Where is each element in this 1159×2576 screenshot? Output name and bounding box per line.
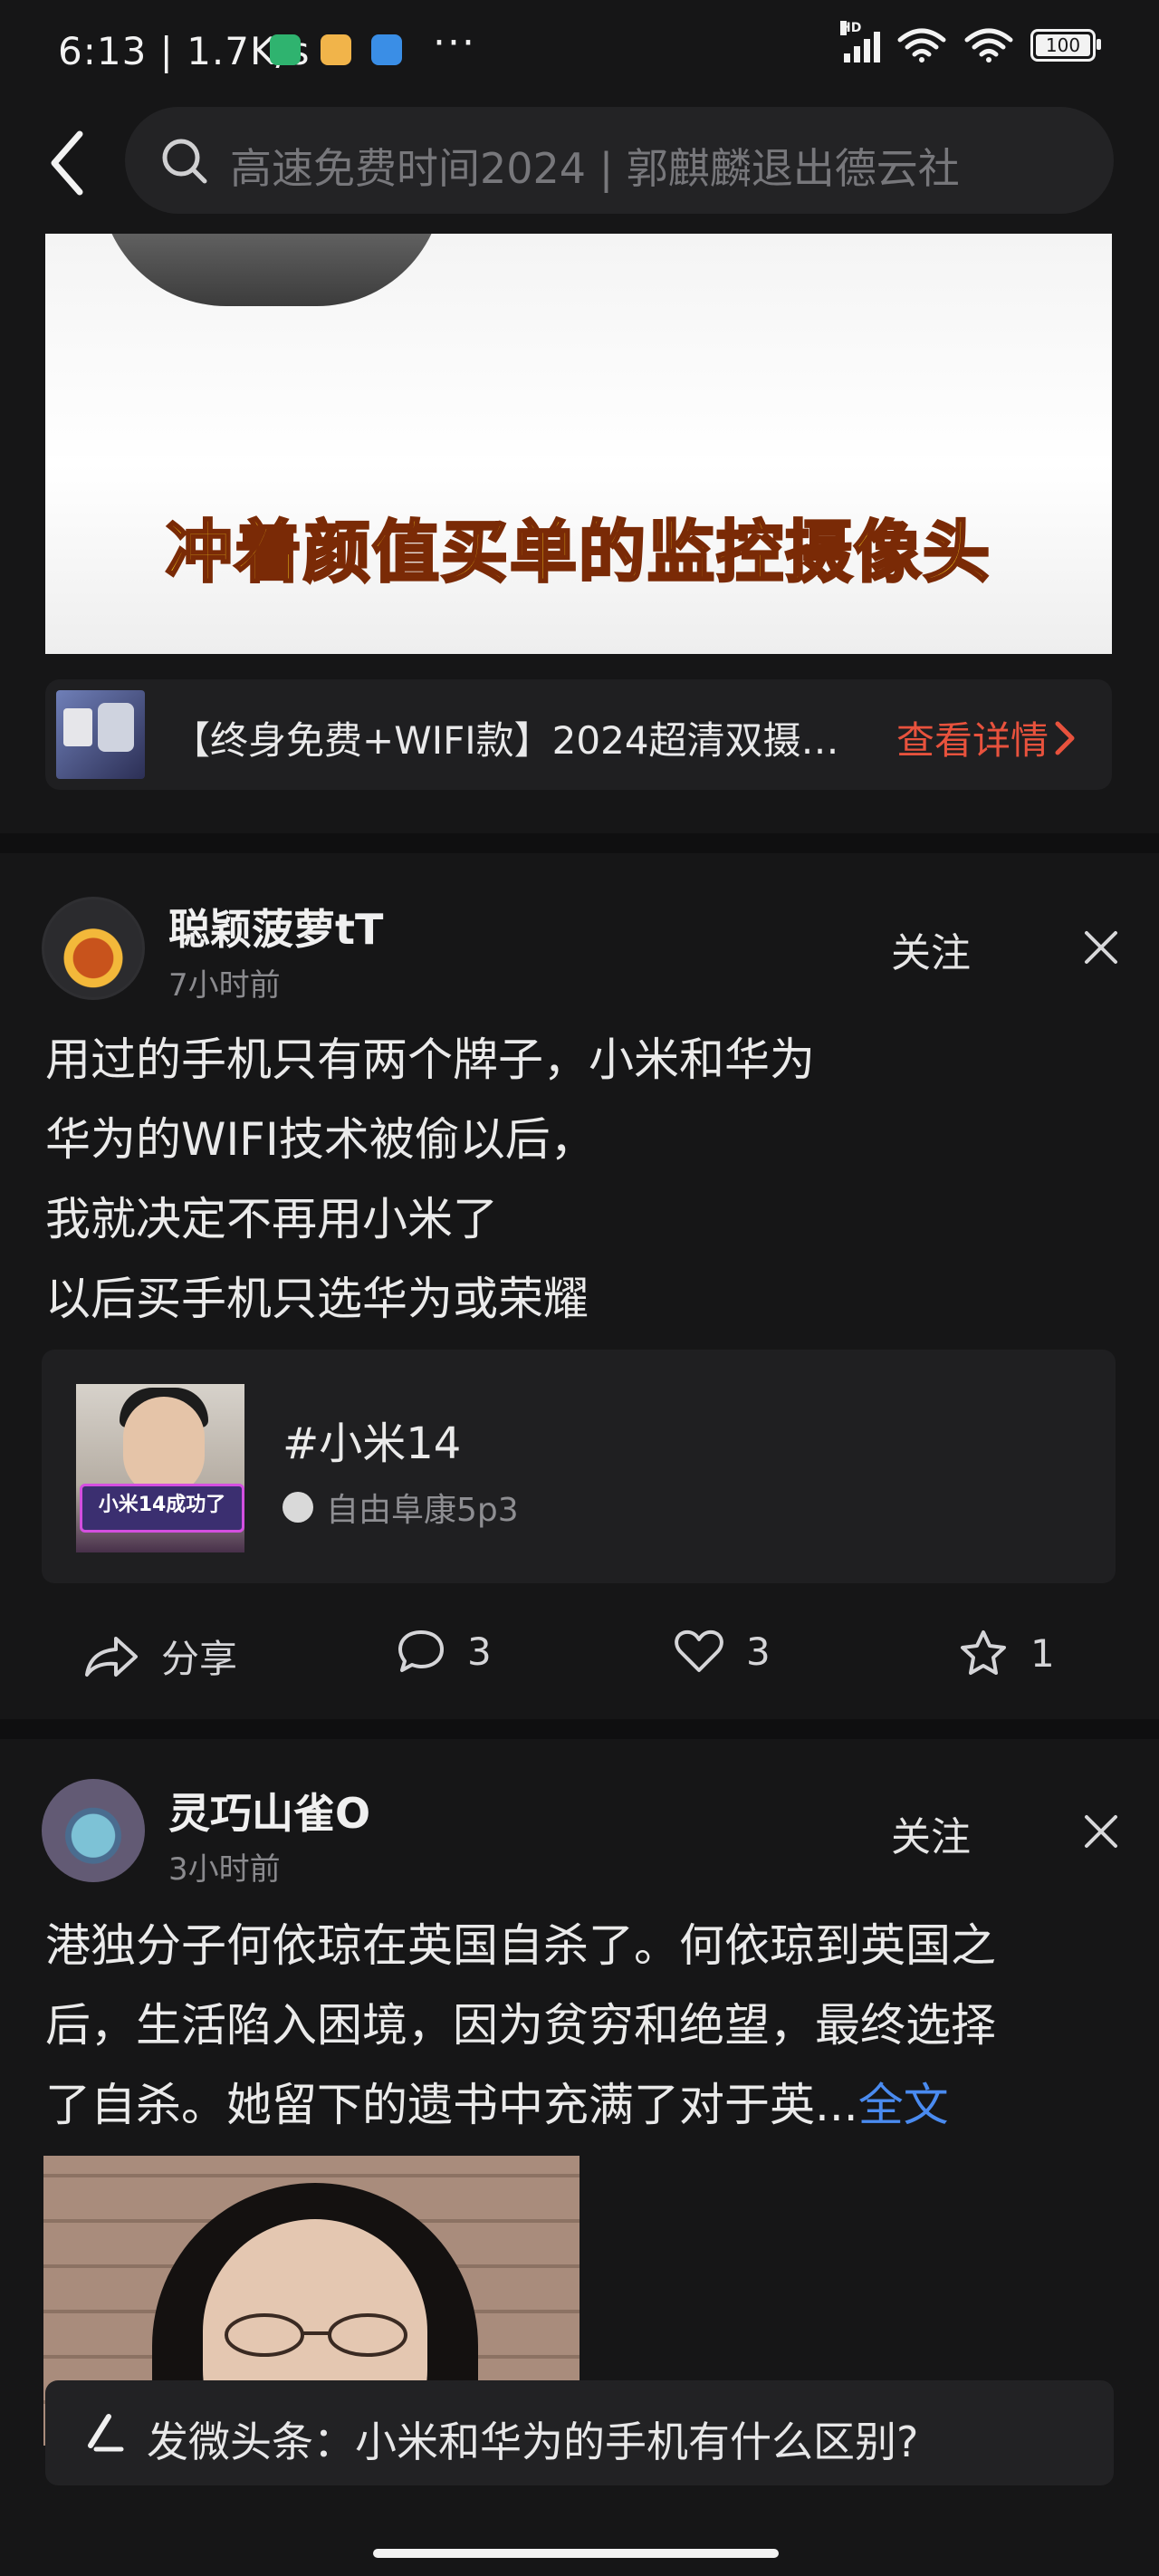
post-line: 用过的手机只有两个牌子，小米和华为: [45, 1033, 815, 1086]
heart-icon: [675, 1629, 723, 1672]
post-line: 了自杀。她留下的遗书中充满了对于英...全文: [45, 2065, 996, 2145]
battery-icon: 100: [1030, 29, 1101, 62]
post-line: 后，生活陷入困境，因为贫穷和绝望，最终选择: [45, 1999, 996, 2052]
post-line: 华为的WIFI技术被偷以后，: [45, 1113, 596, 1166]
cellular-signal-icon: HD: [840, 21, 880, 62]
more-notifications-icon: ···: [433, 20, 476, 66]
post-line: 以后买手机只选华为或荣耀: [45, 1273, 589, 1325]
favorite-count: 1: [1030, 1630, 1055, 1676]
post-actions: 分享 3 3 1: [0, 1612, 1159, 1694]
section-divider: [0, 1719, 1159, 1739]
avatar[interactable]: [42, 897, 145, 1000]
share-button[interactable]: 分享: [83, 1629, 237, 1684]
glasses-shape: [225, 2313, 407, 2357]
close-icon[interactable]: [1081, 1812, 1121, 1851]
compose-bar[interactable]: 发微头条：小米和华为的手机有什么区别?: [45, 2380, 1114, 2485]
ad-product-thumbnail: [56, 690, 145, 779]
topic-thumbnail-caption: 小米14成功了: [80, 1484, 244, 1533]
share-icon: [85, 1636, 138, 1677]
favorite-button[interactable]: 1: [958, 1629, 1055, 1677]
topic-card[interactable]: 小米14成功了 #小米14 自由阜康5p3: [42, 1350, 1116, 1583]
like-count: 3: [746, 1629, 771, 1674]
post-body[interactable]: 港独分子何依琼在英国自杀了。何依琼到英国之 后，生活陷入困境，因为贫穷和绝望，最…: [45, 1906, 996, 2145]
post-time: 3小时前: [168, 1851, 281, 1888]
camera-device-image: [100, 234, 444, 306]
comment-icon: [398, 1630, 444, 1672]
comment-count: 3: [467, 1629, 492, 1674]
taobao-app-icon: [321, 34, 351, 65]
wifi-icon: [897, 28, 946, 62]
view-details-button[interactable]: 查看详情: [896, 710, 1076, 765]
ad-video[interactable]: 冲着颜值买单的监控摄像头: [45, 234, 1112, 654]
section-divider: [0, 833, 1159, 853]
home-indicator[interactable]: [373, 2549, 779, 2558]
post-username[interactable]: 灵巧山雀O: [168, 1781, 370, 1841]
avatar[interactable]: [42, 1779, 145, 1882]
search-bar[interactable]: 高速免费时间2024 | 郭麒麟退出德云社: [125, 107, 1114, 214]
comment-button[interactable]: 3: [397, 1629, 492, 1674]
post-line-text: 了自杀。她留下的遗书中充满了对于英...: [45, 2079, 858, 2131]
status-bar: 6:13 | 1.7K/s ··· HD 100: [0, 0, 1159, 101]
source-avatar-icon: [283, 1492, 313, 1523]
star-icon: [961, 1630, 1006, 1675]
post-line: 我就决定不再用小米了: [45, 1193, 498, 1245]
wifi-icon-2: [964, 28, 1013, 62]
search-placeholder: 高速免费时间2024 | 郭麒麟退出德云社: [230, 144, 960, 193]
topic-hashtag: #小米14: [283, 1418, 462, 1469]
cloud-app-icon: [371, 34, 402, 65]
follow-button[interactable]: 关注: [891, 920, 971, 978]
share-label: 分享: [161, 1637, 238, 1681]
post-username[interactable]: 聪颖菠萝tT: [168, 897, 383, 956]
ad-product-title: 【终身免费+WIFI款】2024超清双摄…: [172, 718, 839, 763]
close-icon[interactable]: [1081, 928, 1121, 967]
topic-thumbnail: 小米14成功了: [76, 1384, 244, 1552]
search-icon: [162, 139, 207, 184]
ad-product-bar[interactable]: 【终身免费+WIFI款】2024超清双摄… 查看详情: [45, 679, 1112, 790]
view-details-label: 查看详情: [896, 718, 1049, 763]
chevron-right-icon: [1055, 721, 1075, 755]
like-button[interactable]: 3: [674, 1629, 771, 1674]
shield-app-icon: [270, 34, 301, 65]
post-body[interactable]: 用过的手机只有两个牌子，小米和华为 华为的WIFI技术被偷以后， 我就决定不再用…: [45, 1020, 815, 1339]
post-time: 7小时前: [168, 967, 281, 1004]
topic-source-name: 自由阜康5p3: [326, 1492, 519, 1529]
post-line: 港独分子何依琼在英国自杀了。何依琼到英国之: [45, 1919, 996, 1972]
read-more-link[interactable]: 全文: [858, 2079, 949, 2131]
pen-icon: [88, 2414, 124, 2452]
topic-source: 自由阜康5p3: [283, 1484, 519, 1531]
compose-prompt: 发微头条：小米和华为的手机有什么区别?: [147, 2417, 919, 2466]
back-arrow-icon[interactable]: [43, 127, 98, 199]
ad-video-caption: 冲着颜值买单的监控摄像头: [165, 513, 991, 593]
follow-button[interactable]: 关注: [891, 1804, 971, 1862]
